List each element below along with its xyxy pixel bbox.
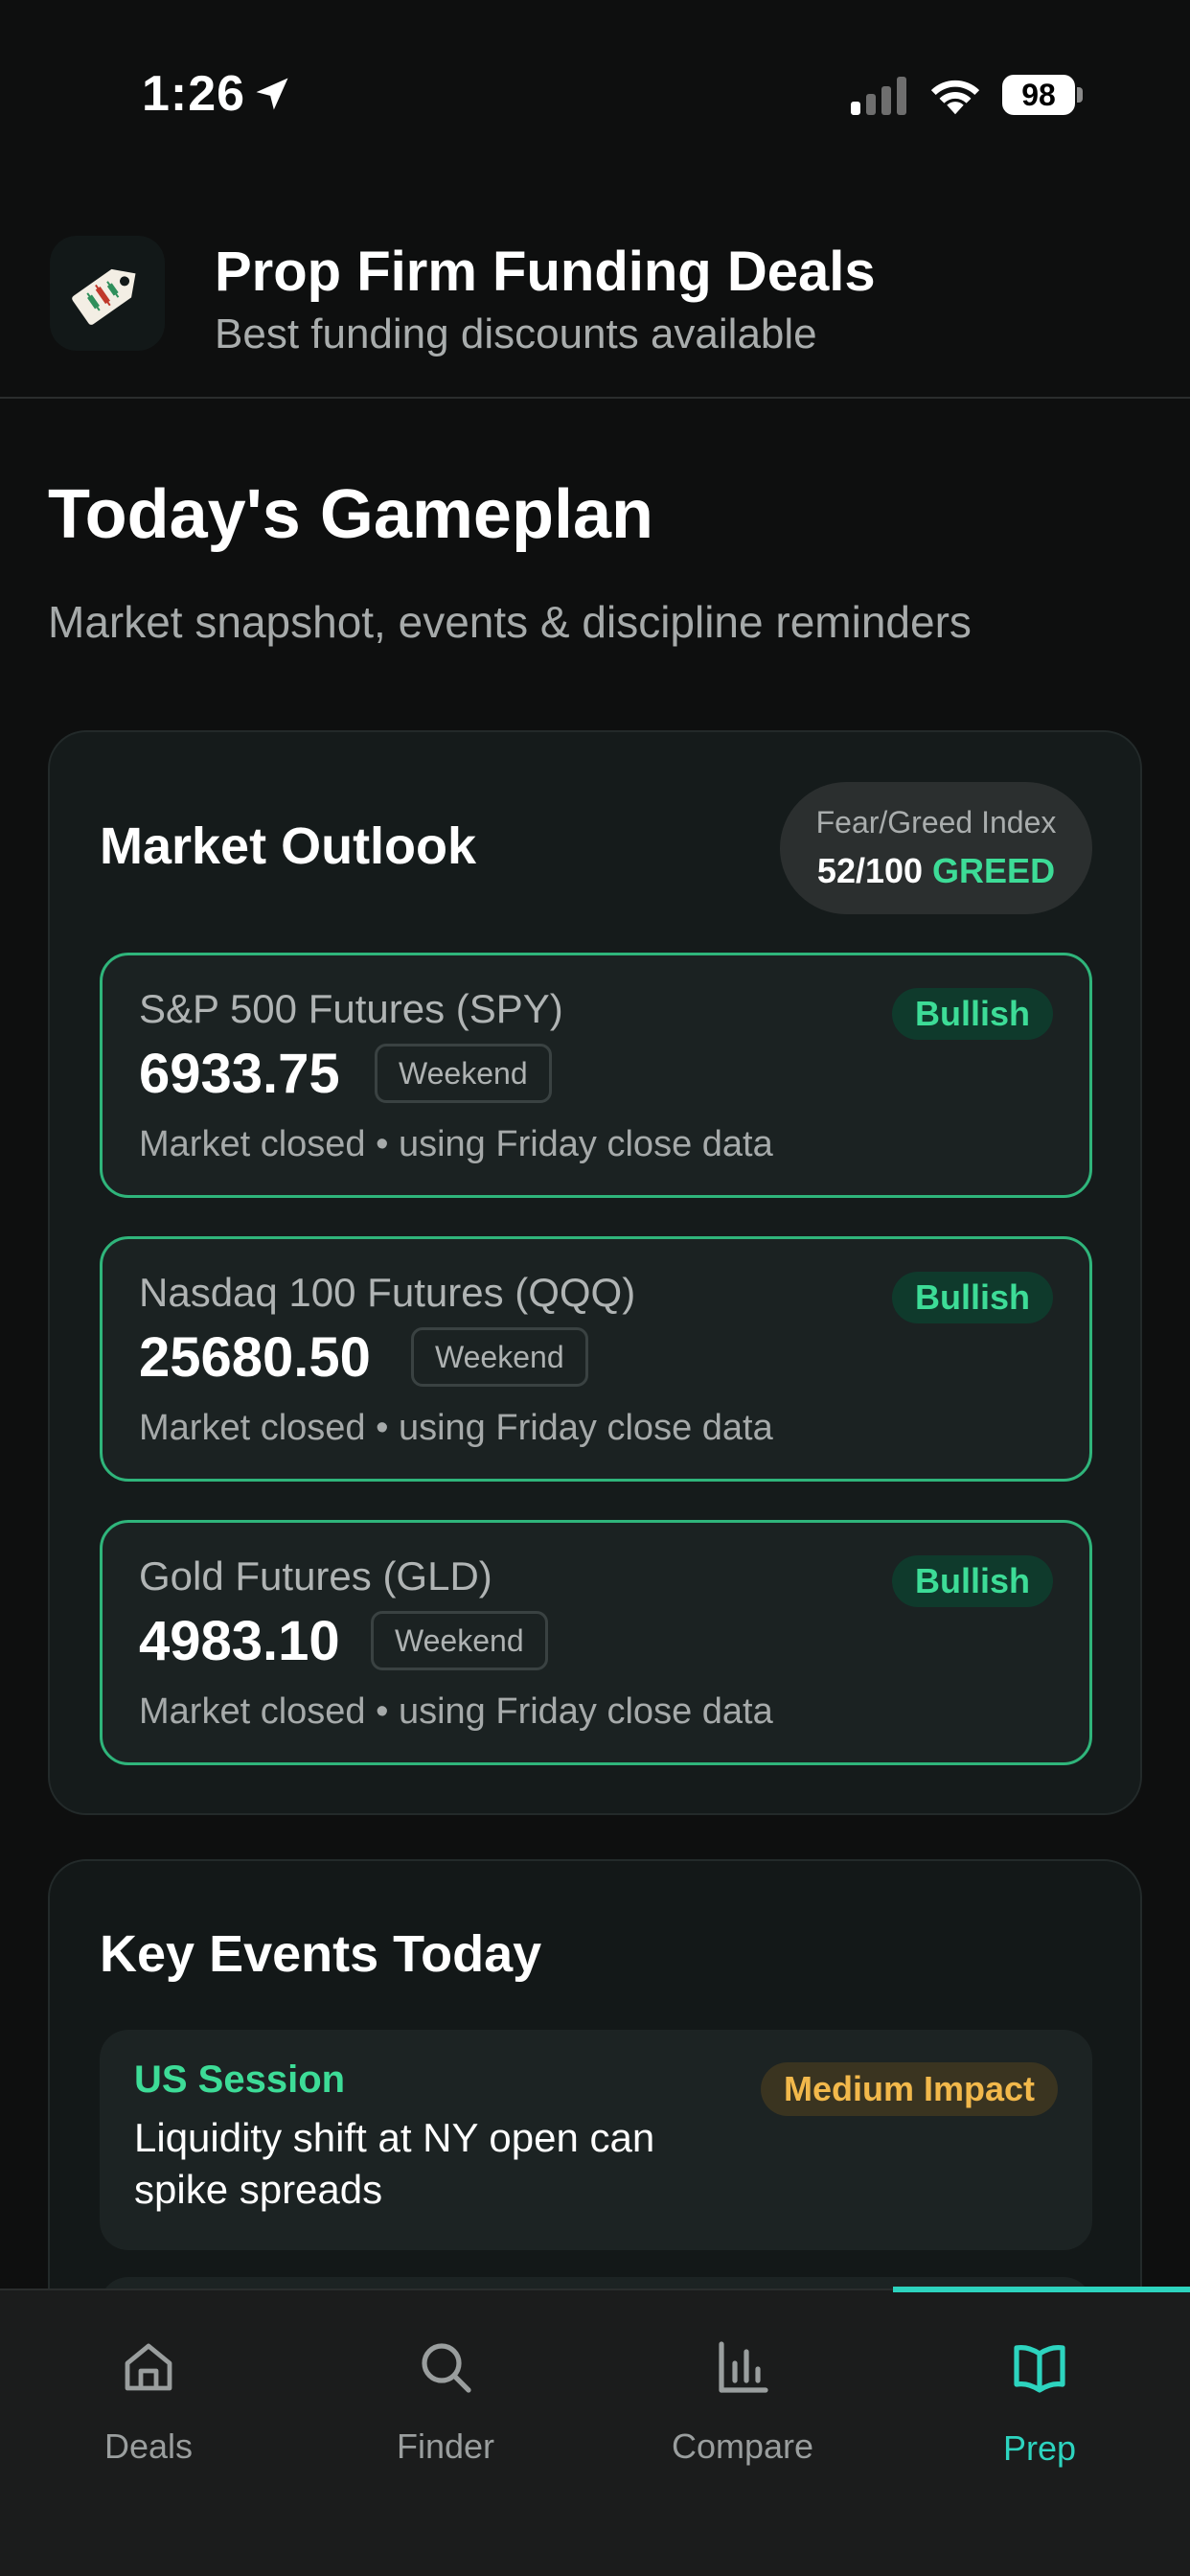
page-subtitle: Market snapshot, events & discipline rem…: [48, 597, 972, 647]
weekend-tag: Weekend: [411, 1327, 588, 1387]
fear-greed-sentiment: GREED: [932, 851, 1056, 890]
location-arrow-icon: [256, 78, 288, 110]
ticker-price: 4983.10: [139, 1610, 340, 1672]
ticker-price: 25680.50: [139, 1326, 371, 1389]
ticker-price: 6933.75: [139, 1043, 340, 1105]
tab-label: Compare: [671, 2426, 814, 2466]
status-bar: 1:26 98: [0, 0, 1190, 192]
event-item[interactable]: US Session Liquidity shift at NY open ca…: [100, 2030, 1092, 2250]
event-description: Liquidity shift at NY open can spike spr…: [134, 2115, 655, 2212]
ticker-name: Gold Futures (GLD): [139, 1553, 492, 1598]
impact-badge: Medium Impact: [760, 2062, 1058, 2116]
weekend-tag: Weekend: [371, 1611, 548, 1670]
ticker-note: Market closed • using Friday close data: [139, 1408, 773, 1448]
app-logo: [50, 236, 165, 351]
tab-label: Prep: [1002, 2428, 1077, 2468]
tab-label: Finder: [396, 2426, 495, 2466]
tab-label: Deals: [103, 2426, 194, 2466]
ticker-card-gld[interactable]: Gold Futures (GLD) 4983.10 Weekend Marke…: [100, 1520, 1092, 1765]
app-title: Prop Firm Funding Deals: [215, 241, 876, 303]
price-tag-candlestick-icon: [72, 268, 136, 325]
bar-chart-icon: [719, 2341, 768, 2393]
app-header: Prop Firm Funding Deals Best funding dis…: [0, 220, 1190, 399]
book-icon: [1014, 2345, 1065, 2393]
weekend-tag: Weekend: [375, 1044, 552, 1103]
tab-compare[interactable]: Compare: [594, 2319, 891, 2472]
page-title: Today's Gameplan: [48, 476, 653, 553]
ticker-card-qqq[interactable]: Nasdaq 100 Futures (QQQ) 25680.50 Weeken…: [100, 1236, 1092, 1482]
key-events-title: Key Events Today: [100, 1925, 542, 1983]
bullish-badge: Bullish: [891, 988, 1053, 1040]
fear-greed-value: 52/100: [816, 851, 924, 890]
battery-tip: [1077, 87, 1083, 103]
search-icon: [422, 2343, 471, 2393]
battery-level: 98: [1002, 75, 1075, 115]
active-tab-indicator: [893, 2287, 1190, 2292]
bullish-badge: Bullish: [891, 1555, 1053, 1607]
wifi-icon: [930, 80, 980, 115]
tab-finder[interactable]: Finder: [297, 2319, 594, 2472]
tab-prep[interactable]: Prep: [891, 2319, 1188, 2472]
ticker-name: Nasdaq 100 Futures (QQQ): [139, 1270, 636, 1315]
app-subtitle: Best funding discounts available: [215, 310, 817, 357]
bullish-badge: Bullish: [891, 1272, 1053, 1323]
fear-greed-value-row: 52/100 GREED: [780, 851, 1092, 891]
ticker-note: Market closed • using Friday close data: [139, 1124, 773, 1164]
market-outlook-title: Market Outlook: [100, 817, 477, 875]
home-icon: [125, 2343, 172, 2391]
battery-indicator: 98: [1002, 75, 1083, 115]
ticker-name: S&P 500 Futures (SPY): [139, 986, 563, 1031]
ticker-note: Market closed • using Friday close data: [139, 1691, 773, 1732]
event-session: US Session: [134, 2058, 346, 2101]
app-screen: 1:26 98 Prop Firm Funding Deals Best fun…: [0, 0, 1190, 2576]
market-outlook-card: Market Outlook Fear/Greed Index 52/100 G…: [48, 730, 1142, 1815]
cellular-signal-icon: [851, 77, 906, 115]
status-time: 1:26: [142, 66, 246, 122]
fear-greed-index-badge[interactable]: Fear/Greed Index 52/100 GREED: [780, 782, 1092, 914]
tab-deals[interactable]: Deals: [0, 2319, 297, 2472]
bottom-tab-bar: Deals Finder Compare Prep: [0, 2287, 1190, 2576]
ticker-card-spy[interactable]: S&P 500 Futures (SPY) 6933.75 Weekend Ma…: [100, 953, 1092, 1198]
fear-greed-label: Fear/Greed Index: [815, 805, 1057, 840]
